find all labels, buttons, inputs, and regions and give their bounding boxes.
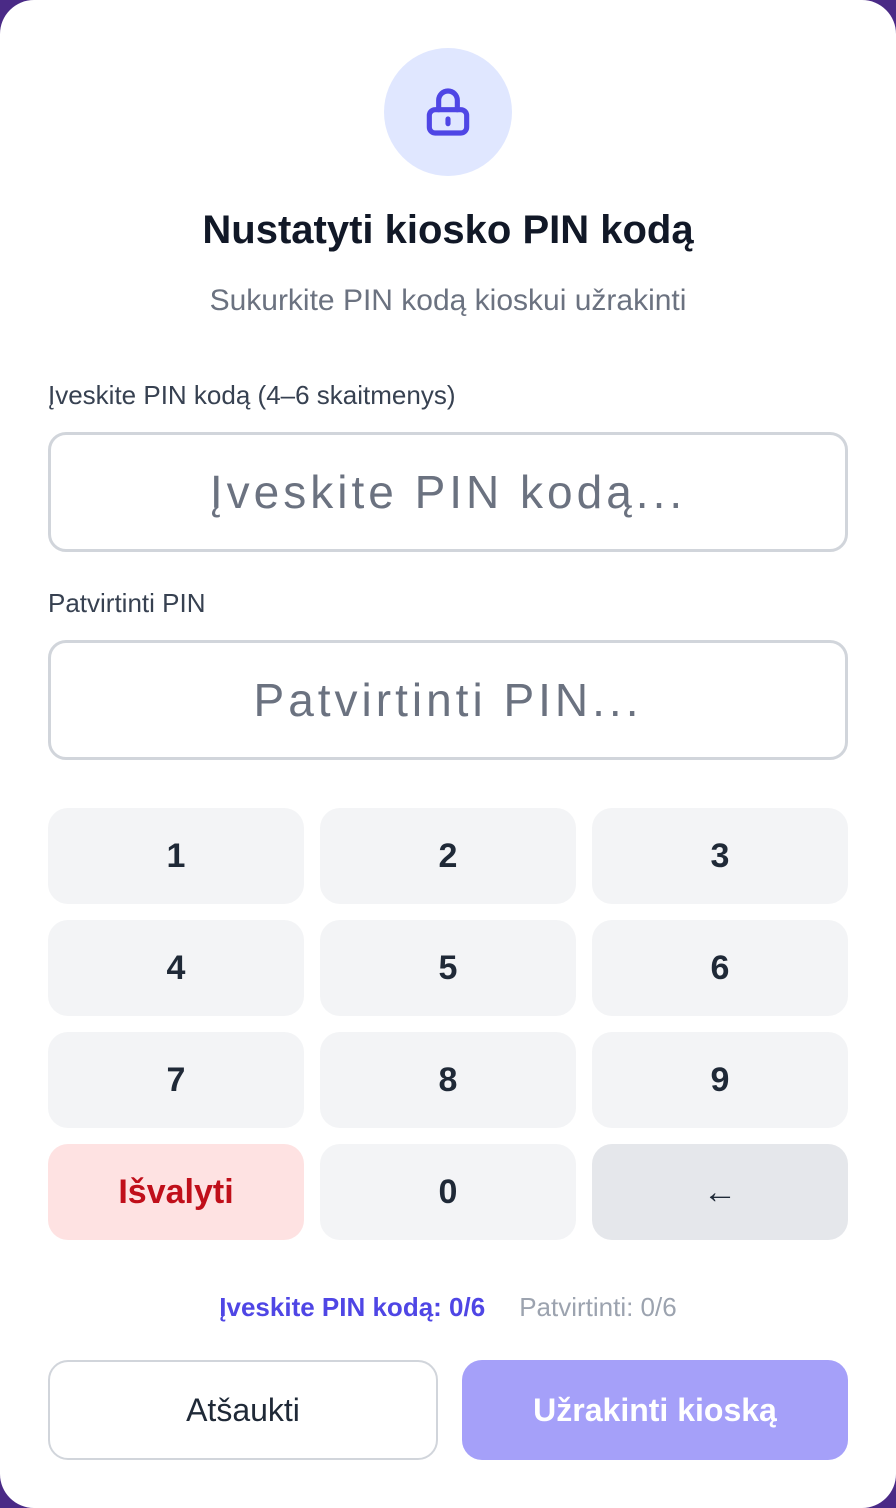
backspace-button[interactable]: ← bbox=[592, 1144, 848, 1240]
set-pin-dialog: Nustatyti kiosko PIN kodą Sukurkite PIN … bbox=[0, 0, 896, 1508]
key-8[interactable]: 8 bbox=[320, 1032, 576, 1128]
dialog-title: Nustatyti kiosko PIN kodą bbox=[202, 208, 694, 252]
key-0[interactable]: 0 bbox=[320, 1144, 576, 1240]
confirm-pin-input[interactable] bbox=[48, 640, 848, 760]
pin-input[interactable] bbox=[48, 432, 848, 552]
pin-progress-row: Įveskite PIN kodą: 0/6 Patvirtinti: 0/6 bbox=[0, 1292, 896, 1323]
key-2[interactable]: 2 bbox=[320, 808, 576, 904]
key-7[interactable]: 7 bbox=[48, 1032, 304, 1128]
key-6[interactable]: 6 bbox=[592, 920, 848, 1016]
pin-progress: Įveskite PIN kodą: 0/6 bbox=[219, 1292, 486, 1322]
cancel-button[interactable]: Atšaukti bbox=[48, 1360, 438, 1460]
key-4[interactable]: 4 bbox=[48, 920, 304, 1016]
key-9[interactable]: 9 bbox=[592, 1032, 848, 1128]
confirm-progress: Patvirtinti: 0/6 bbox=[519, 1292, 677, 1322]
lock-icon bbox=[426, 88, 470, 136]
pin-field-label: Įveskite PIN kodą (4–6 skaitmenys) bbox=[48, 380, 456, 410]
arrow-left-icon: ← bbox=[703, 1172, 737, 1211]
key-1[interactable]: 1 bbox=[48, 808, 304, 904]
numeric-keypad: 1 2 3 4 5 6 7 8 9 Išvalyti 0 ← bbox=[48, 808, 848, 1240]
clear-button[interactable]: Išvalyti bbox=[48, 1144, 304, 1240]
lock-kiosk-button[interactable]: Užrakinti kioską bbox=[462, 1360, 848, 1460]
key-5[interactable]: 5 bbox=[320, 920, 576, 1016]
confirm-field-label: Patvirtinti PIN bbox=[48, 588, 206, 618]
dialog-subtitle: Sukurkite PIN kodą kioskui užrakinti bbox=[209, 284, 687, 317]
lock-icon-badge bbox=[384, 48, 512, 176]
key-3[interactable]: 3 bbox=[592, 808, 848, 904]
